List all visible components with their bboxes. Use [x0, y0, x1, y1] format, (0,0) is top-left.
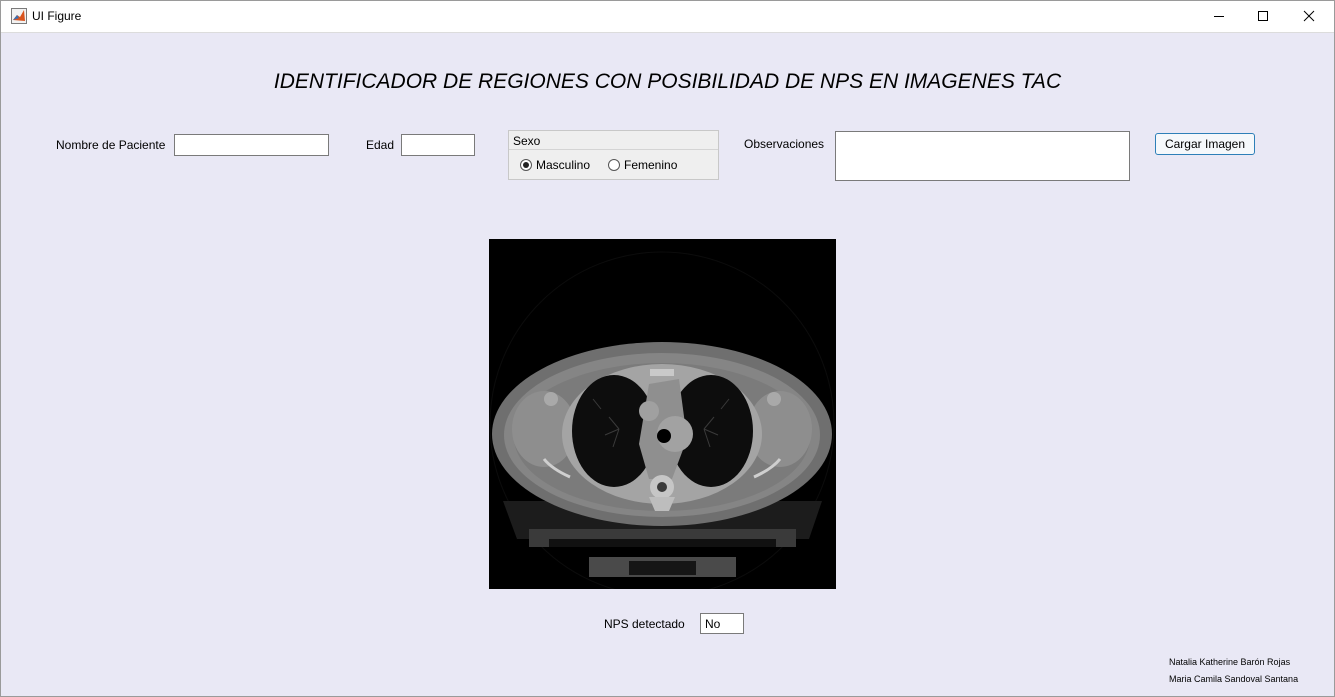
- author-credit-1: Natalia Katherine Barón Rojas: [1169, 657, 1291, 667]
- minimize-button[interactable]: [1196, 0, 1242, 32]
- radio-masculino[interactable]: [520, 159, 532, 171]
- radio-femenino[interactable]: [608, 159, 620, 171]
- ct-scan-drawing: [489, 239, 836, 597]
- age-input[interactable]: [401, 134, 475, 156]
- minimize-icon: [1214, 16, 1224, 17]
- nps-detected-label: NPS detectado: [604, 617, 685, 631]
- sex-button-group: Sexo Masculino Femenino: [508, 130, 719, 180]
- matlab-app-icon: [11, 8, 27, 24]
- radio-femenino-label[interactable]: Femenino: [624, 158, 677, 172]
- close-button[interactable]: [1286, 0, 1332, 32]
- observations-textarea[interactable]: [835, 131, 1130, 181]
- load-image-button[interactable]: Cargar Imagen: [1155, 133, 1255, 155]
- sex-group-title: Sexo: [513, 134, 541, 148]
- ct-scan-image: [489, 239, 836, 597]
- window-title: UI Figure: [32, 9, 82, 23]
- close-icon: [1303, 10, 1315, 22]
- radio-masculino-label[interactable]: Masculino: [536, 158, 590, 172]
- title-bar: UI Figure: [0, 0, 1335, 33]
- patient-name-input[interactable]: [174, 134, 329, 156]
- nps-detected-field: [700, 613, 744, 634]
- page-title: IDENTIFICADOR DE REGIONES CON POSIBILIDA…: [273, 70, 1062, 93]
- author-credit-2: Maria Camila Sandoval Santana: [1169, 674, 1299, 684]
- patient-name-label: Nombre de Paciente: [56, 138, 166, 152]
- age-label: Edad: [366, 138, 395, 152]
- observations-label: Observaciones: [744, 137, 825, 151]
- maximize-button[interactable]: [1240, 0, 1286, 32]
- group-divider: [509, 149, 718, 150]
- maximize-icon: [1258, 11, 1268, 21]
